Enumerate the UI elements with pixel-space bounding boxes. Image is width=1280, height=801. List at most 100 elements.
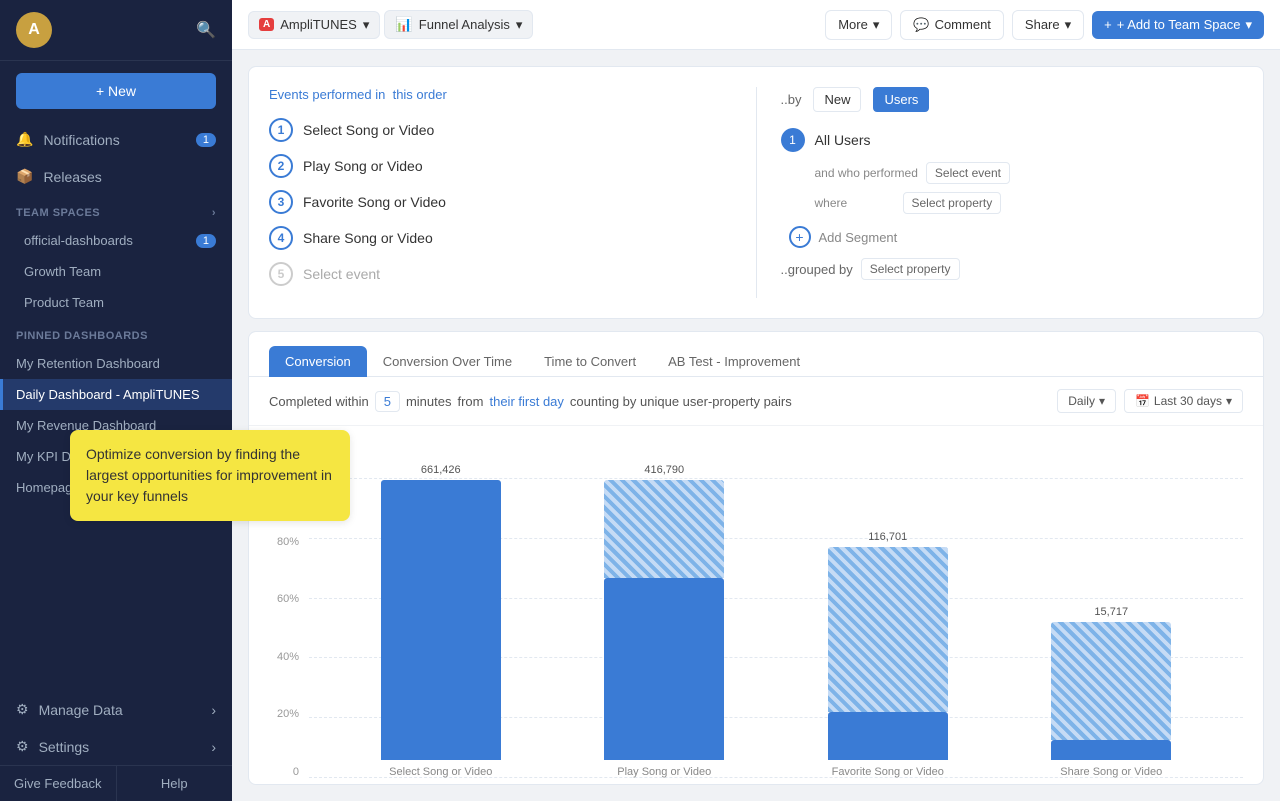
more-button[interactable]: More ▾ [825,10,892,40]
y-label-80: 80% [269,536,299,548]
add-team-space-button[interactable]: + + Add to Team Space ▾ [1092,11,1264,39]
minutes-value[interactable]: 5 [375,391,400,412]
search-icon[interactable]: 🔍 [196,20,216,40]
y-label-60: 60% [269,593,299,605]
sidebar-item-retention[interactable]: My Retention Dashboard [0,348,232,379]
funnel-chevron: ▾ [516,17,523,33]
bar-wrapper-3 [828,547,948,760]
releases-label: Releases [43,169,101,185]
bar-solid-2 [604,578,724,760]
performed-row: and who performed Select event [815,162,1244,184]
funnel-breadcrumb[interactable]: 📊 Funnel Analysis ▾ [384,10,533,39]
first-day-link[interactable]: their first day [489,394,563,409]
event-name-1: Select Song or Video [303,122,434,138]
users-segment-btn[interactable]: Users [873,87,929,112]
help-button[interactable]: Help [117,766,233,801]
main-content: A AmpliTUNES ▾ 📊 Funnel Analysis ▾ More … [232,0,1280,801]
sidebar-item-product-team[interactable]: Product Team [0,287,232,318]
y-label-40: 40% [269,651,299,663]
more-label: More [838,17,868,32]
comment-button[interactable]: 💬 Comment [900,10,1004,40]
team-spaces-header[interactable]: TEAM SPACES › [0,195,232,225]
event-name-5[interactable]: Select event [303,266,380,282]
tab-conversion[interactable]: Conversion [269,346,367,377]
tab-time-to-convert[interactable]: Time to Convert [528,346,652,377]
new-button[interactable]: + New [16,73,216,109]
sidebar-item-growth-team[interactable]: Growth Team [0,256,232,287]
sidebar-item-daily[interactable]: Daily Dashboard - AmpliTUNES [0,379,232,410]
bar-solid-3 [828,712,948,760]
event-name-4: Share Song or Video [303,230,433,246]
tab-conversion-over-time[interactable]: Conversion Over Time [367,346,528,377]
more-chevron: ▾ [873,17,880,33]
chart-controls: Daily ▾ 📅 Last 30 days ▾ [1057,389,1243,413]
topbar: A AmpliTUNES ▾ 📊 Funnel Analysis ▾ More … [232,0,1280,50]
funnel-events: Events performed in this order 1 Select … [269,87,757,298]
sidebar-item-releases[interactable]: 📦 Releases [0,158,232,195]
segment-name: All Users [815,132,871,148]
event-row-2: 2 Play Song or Video [269,154,732,178]
y-axis: 0 20% 40% 60% 80% 100% [269,478,309,778]
bar-xlabel-4: Share Song or Video [1060,766,1162,778]
event-name-2: Play Song or Video [303,158,423,174]
from-label: from [457,394,483,409]
chart-inner: 661,426 Select Song or Video 416,790 [309,478,1243,778]
sidebar-item-official-dashboards[interactable]: official-dashboards 1 [0,225,232,256]
comment-label: Comment [935,17,991,32]
funnel-config: Events performed in this order 1 Select … [269,87,1243,298]
product-team-label: Product Team [24,295,104,310]
completed-label: Completed within [269,394,369,409]
add-segment-icon[interactable]: + [789,226,811,248]
feedback-row: Give Feedback Help [0,765,232,801]
bar-wrapper-1 [381,480,501,760]
feedback-button[interactable]: Give Feedback [0,766,117,801]
select-property-btn[interactable]: Select property [903,192,1002,214]
share-button[interactable]: Share ▾ [1012,10,1084,40]
granularity-btn[interactable]: Daily ▾ [1057,389,1116,413]
bar-value-4: 15,717 [1094,606,1128,618]
y-label-0: 0 [269,766,299,778]
completed-within: Completed within 5 minutes from their fi… [269,391,792,412]
notifications-label: Notifications [43,132,119,148]
chart-area: 0 20% 40% 60% 80% 100% [249,426,1263,798]
event-row-1: 1 Select Song or Video [269,118,732,142]
bar-wrapper-2 [604,480,724,760]
performed-label: and who performed [815,166,918,180]
team-spaces-chevron: › [212,207,216,219]
app-breadcrumb[interactable]: A AmpliTUNES ▾ [248,11,380,39]
official-dashboards-label: official-dashboards [24,233,133,248]
new-segment-btn[interactable]: New [813,87,861,112]
order-link[interactable]: this order [393,87,447,102]
minutes-label: minutes [406,394,452,409]
releases-icon: 📦 [16,168,33,185]
sidebar-item-manage-data[interactable]: ⚙ Manage Data › [0,691,232,728]
bar-hatched-2 [604,480,724,578]
chart-tabs: Conversion Conversion Over Time Time to … [249,332,1263,377]
bar-solid-4 [1051,740,1171,760]
grouped-by-label: ..grouped by [781,262,853,277]
y-label-20: 20% [269,708,299,720]
settings-chevron: › [211,739,216,755]
counting-label: counting by unique user-property pairs [570,394,792,409]
date-range-btn[interactable]: 📅 Last 30 days ▾ [1124,389,1243,413]
team-spaces-label: TEAM SPACES [16,207,100,219]
select-event-btn[interactable]: Select event [926,162,1010,184]
sidebar: A 🔍 + New 🔔 Notifications 1 📦 Releases T… [0,0,232,801]
bars-container: 661,426 Select Song or Video 416,790 [309,478,1243,778]
bar-wrapper-4 [1051,622,1171,760]
official-dashboards-badge: 1 [196,234,216,248]
manage-data-chevron: › [211,702,216,718]
add-segment-row[interactable]: + Add Segment [781,226,1244,248]
event-num-3: 3 [269,190,293,214]
segment-all-users: 1 All Users [781,128,1244,152]
app-logo[interactable]: A [16,12,52,48]
growth-team-label: Growth Team [24,264,101,279]
funnel-config-card: Events performed in this order 1 Select … [248,66,1264,319]
app-name: AmpliTUNES [280,17,357,32]
tab-ab-test[interactable]: AB Test - Improvement [652,346,816,377]
breadcrumb: A AmpliTUNES ▾ 📊 Funnel Analysis ▾ [248,10,533,39]
grouped-property-btn[interactable]: Select property [861,258,960,280]
sidebar-item-settings[interactable]: ⚙ Settings › [0,728,232,765]
sidebar-item-notifications[interactable]: 🔔 Notifications 1 [0,121,232,158]
notifications-badge: 1 [196,133,216,147]
